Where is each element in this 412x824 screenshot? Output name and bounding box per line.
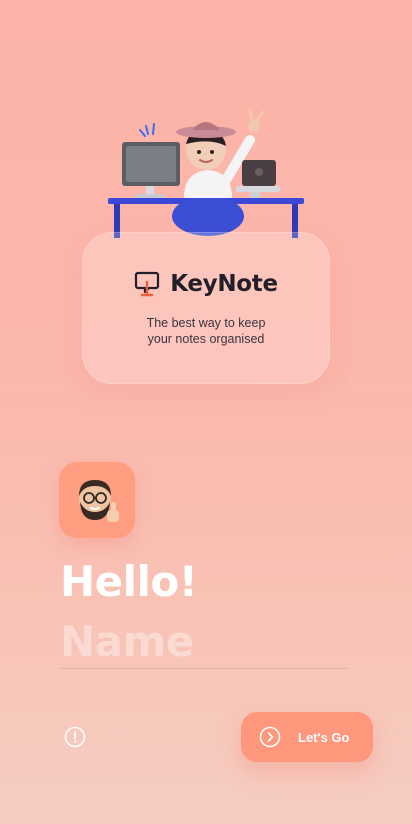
chevron-right-circle-icon	[259, 726, 281, 748]
name-input-underline	[60, 668, 348, 669]
avatar[interactable]	[59, 462, 135, 538]
info-button[interactable]	[62, 724, 88, 750]
app-tagline: The best way to keep your notes organise…	[82, 315, 330, 347]
brand-row: KeyNote	[82, 270, 330, 298]
app-name: KeyNote	[170, 271, 278, 297]
name-input[interactable]	[60, 614, 348, 668]
bearded-man-thumbs-up-avatar	[79, 480, 119, 522]
tagline-line-2: your notes organised	[147, 332, 265, 346]
exclamation-circle-icon	[64, 726, 86, 748]
greeting-title: Hello!	[60, 557, 198, 606]
chat-bubble-logo-icon	[135, 271, 160, 297]
welcome-screen: KeyNote The best way to keep your notes …	[0, 0, 412, 824]
app-intro-card: KeyNote The best way to keep your notes …	[82, 232, 330, 384]
tagline-line-1: The best way to keep	[146, 316, 266, 330]
lets-go-label: Let's Go	[298, 729, 350, 745]
lets-go-button[interactable]: Let's Go	[241, 712, 373, 762]
person-at-desk-illustration	[108, 108, 304, 238]
